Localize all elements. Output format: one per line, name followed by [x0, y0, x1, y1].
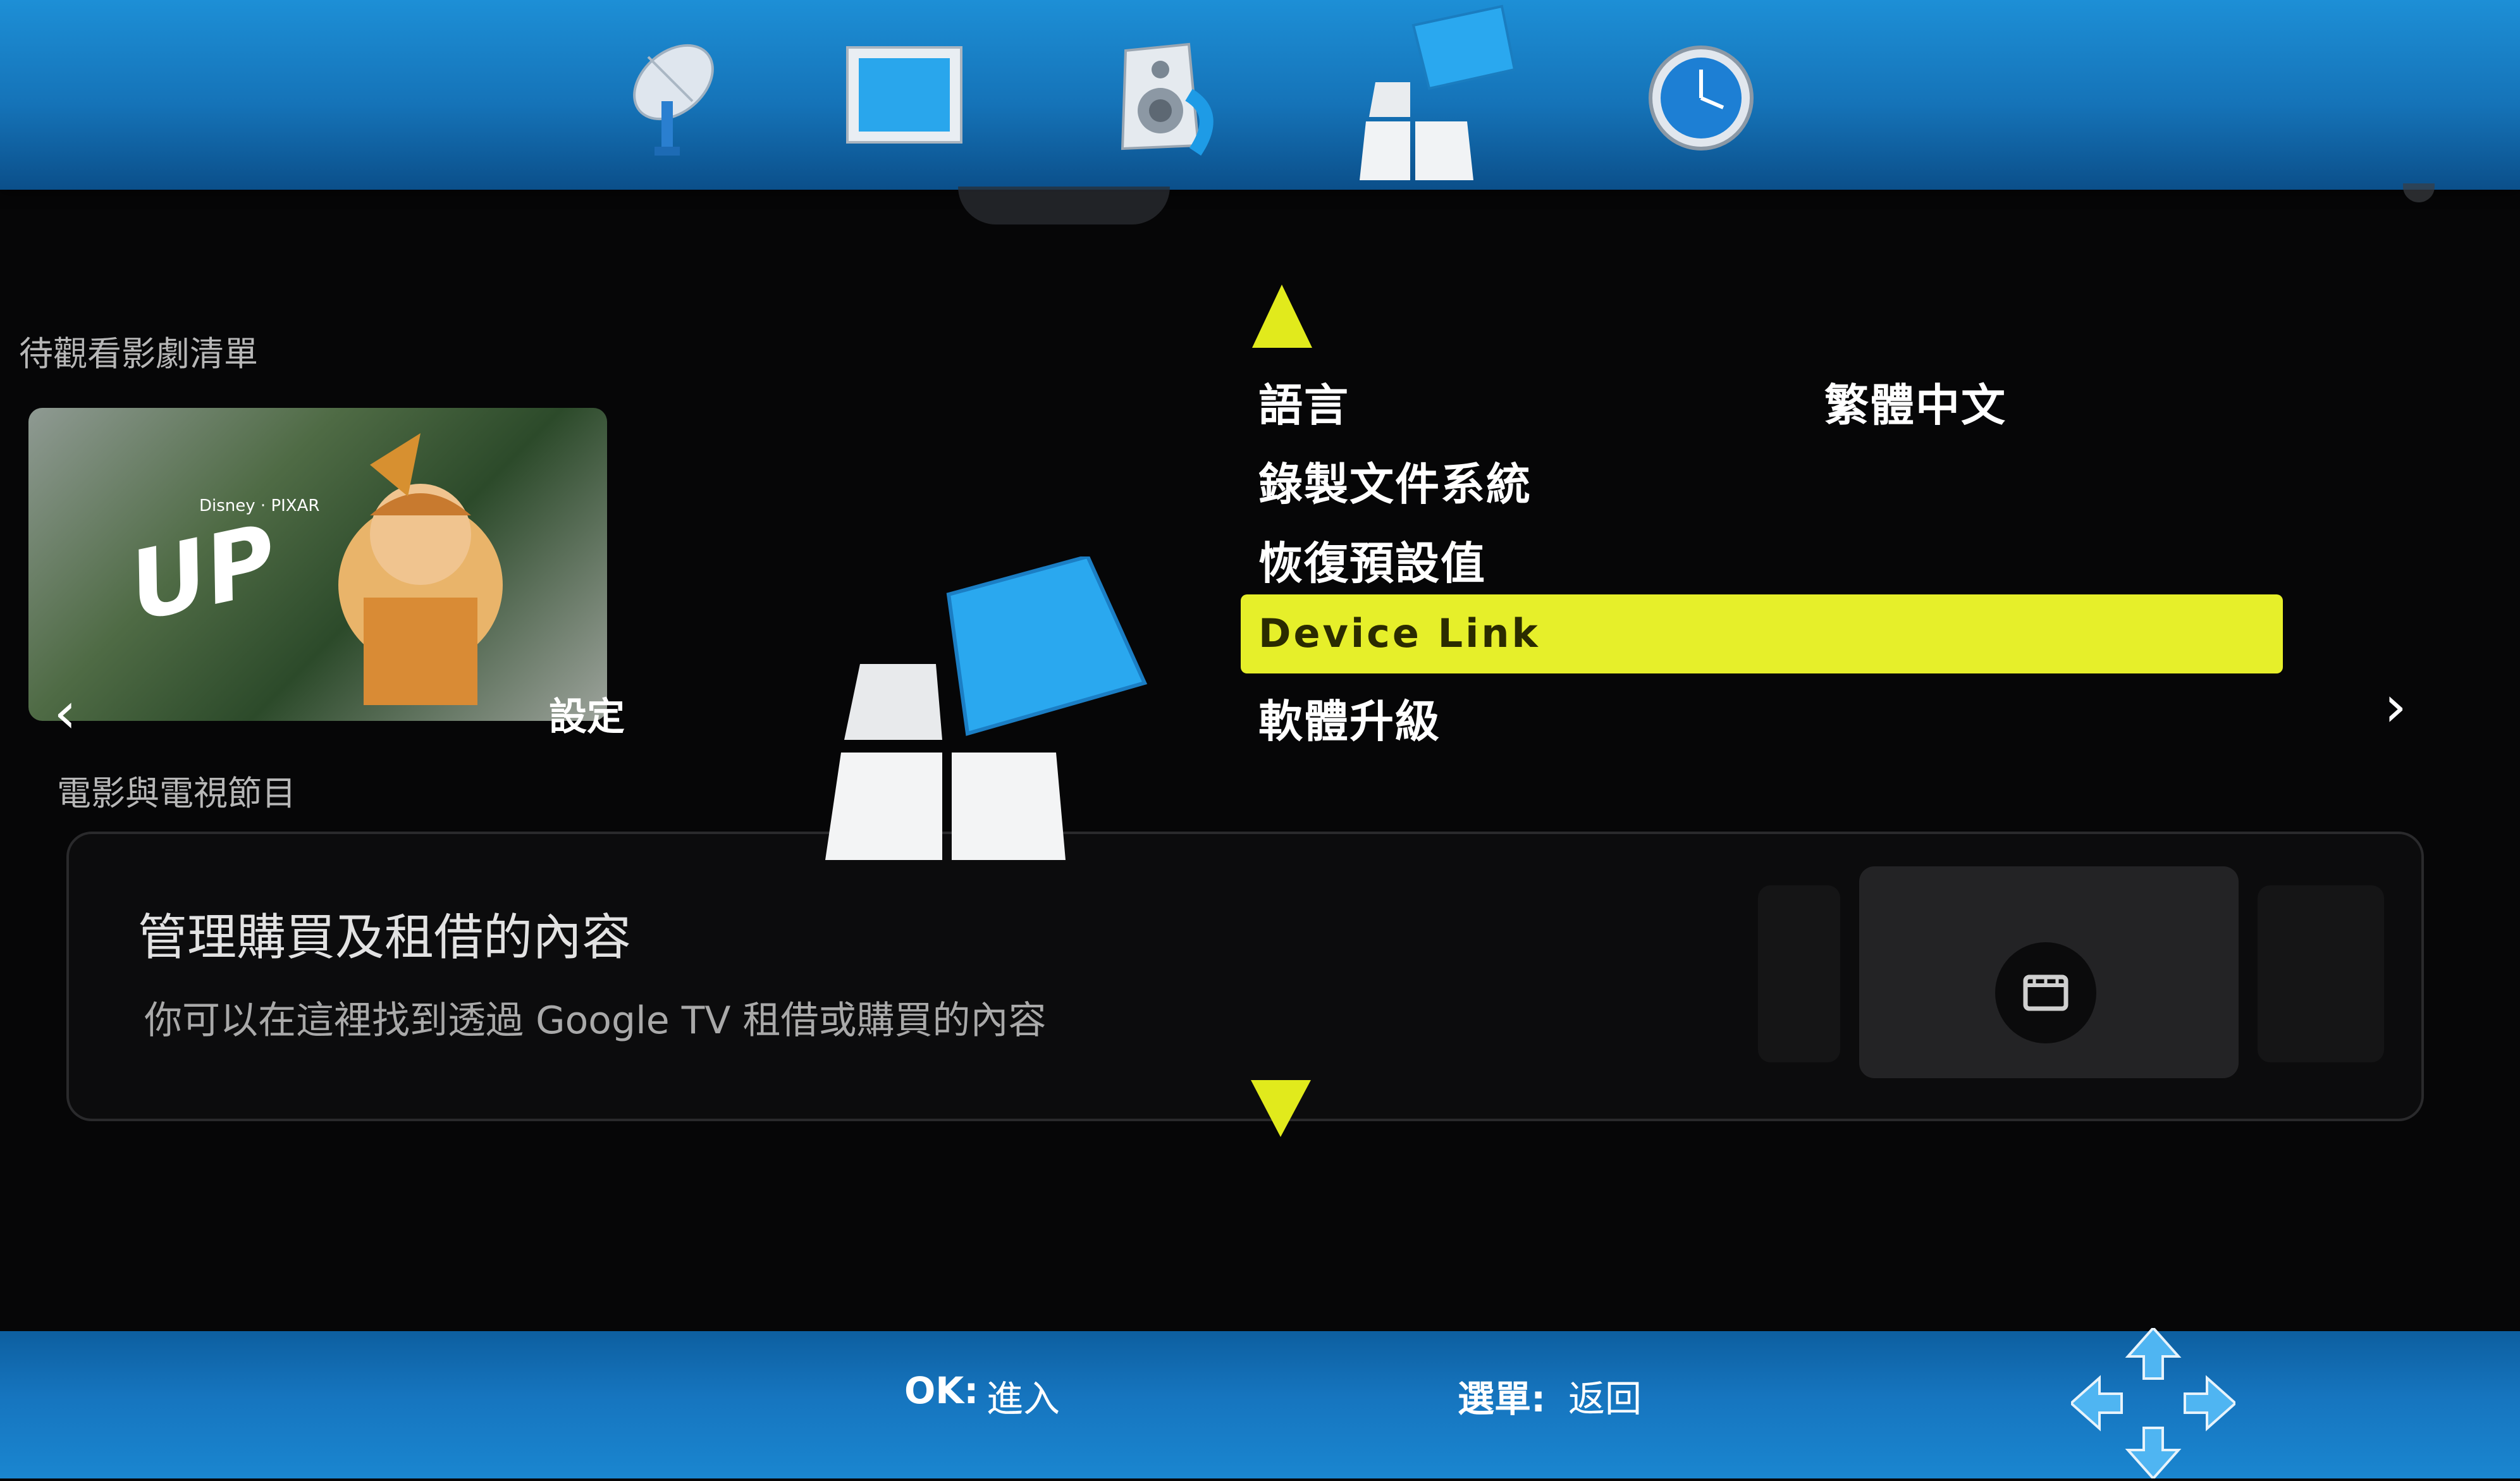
- card-thumb-right: [2258, 885, 2384, 1062]
- language-value[interactable]: 繁體中文: [1824, 370, 2007, 434]
- ok-key-label: OK:: [904, 1369, 979, 1412]
- movies-tv-label: 電影與電視節目: [57, 773, 296, 813]
- chevron-right-icon[interactable]: ›: [2384, 673, 2407, 740]
- card-title: 管理購買及租借的內容: [138, 909, 632, 966]
- menu-item-recording-fs[interactable]: 錄製文件系統: [1258, 449, 1532, 513]
- settings-blocks-icon: [816, 554, 1151, 866]
- display-screen-icon[interactable]: [835, 25, 974, 164]
- clock-icon[interactable]: [1632, 25, 1771, 164]
- top-category-bar: [0, 0, 2520, 190]
- satellite-dish-icon[interactable]: [598, 25, 737, 164]
- scroll-up-arrow-icon[interactable]: [1252, 285, 1312, 350]
- card-subtitle: 你可以在這裡找到透過 Google TV 租借或購買的內容: [144, 999, 1047, 1043]
- movie-poster[interactable]: Disney · PIXAR UP: [28, 408, 607, 721]
- corner-indicator: [2403, 183, 2435, 202]
- menu-item-language[interactable]: 語言: [1258, 370, 1349, 434]
- menu-action-label: 返回: [1568, 1377, 1642, 1420]
- menu-item-device-link-label: Device Link: [1258, 610, 1540, 656]
- watchlist-label: 待觀看影劇清單: [19, 334, 258, 374]
- card-thumb-left: [1758, 885, 1840, 1062]
- menu-item-restore-defaults[interactable]: 恢復預設值: [1258, 528, 1486, 592]
- speaker-icon[interactable]: [1094, 25, 1233, 164]
- chevron-left-icon[interactable]: ‹: [54, 680, 77, 746]
- dpad-arrows-icon: [2068, 1325, 2238, 1481]
- scroll-down-arrow-icon[interactable]: [1251, 1080, 1311, 1140]
- menu-item-software-upgrade[interactable]: 軟體升級: [1258, 686, 1441, 750]
- ok-action-label: 進入: [986, 1377, 1060, 1420]
- film-icon: [1995, 942, 2096, 1043]
- menu-key-label: 選單:: [1458, 1377, 1546, 1420]
- top-tab-notch: [958, 187, 1170, 224]
- settings-blocks-icon[interactable]: [1347, 0, 1518, 190]
- settings-label: 設定: [549, 695, 625, 739]
